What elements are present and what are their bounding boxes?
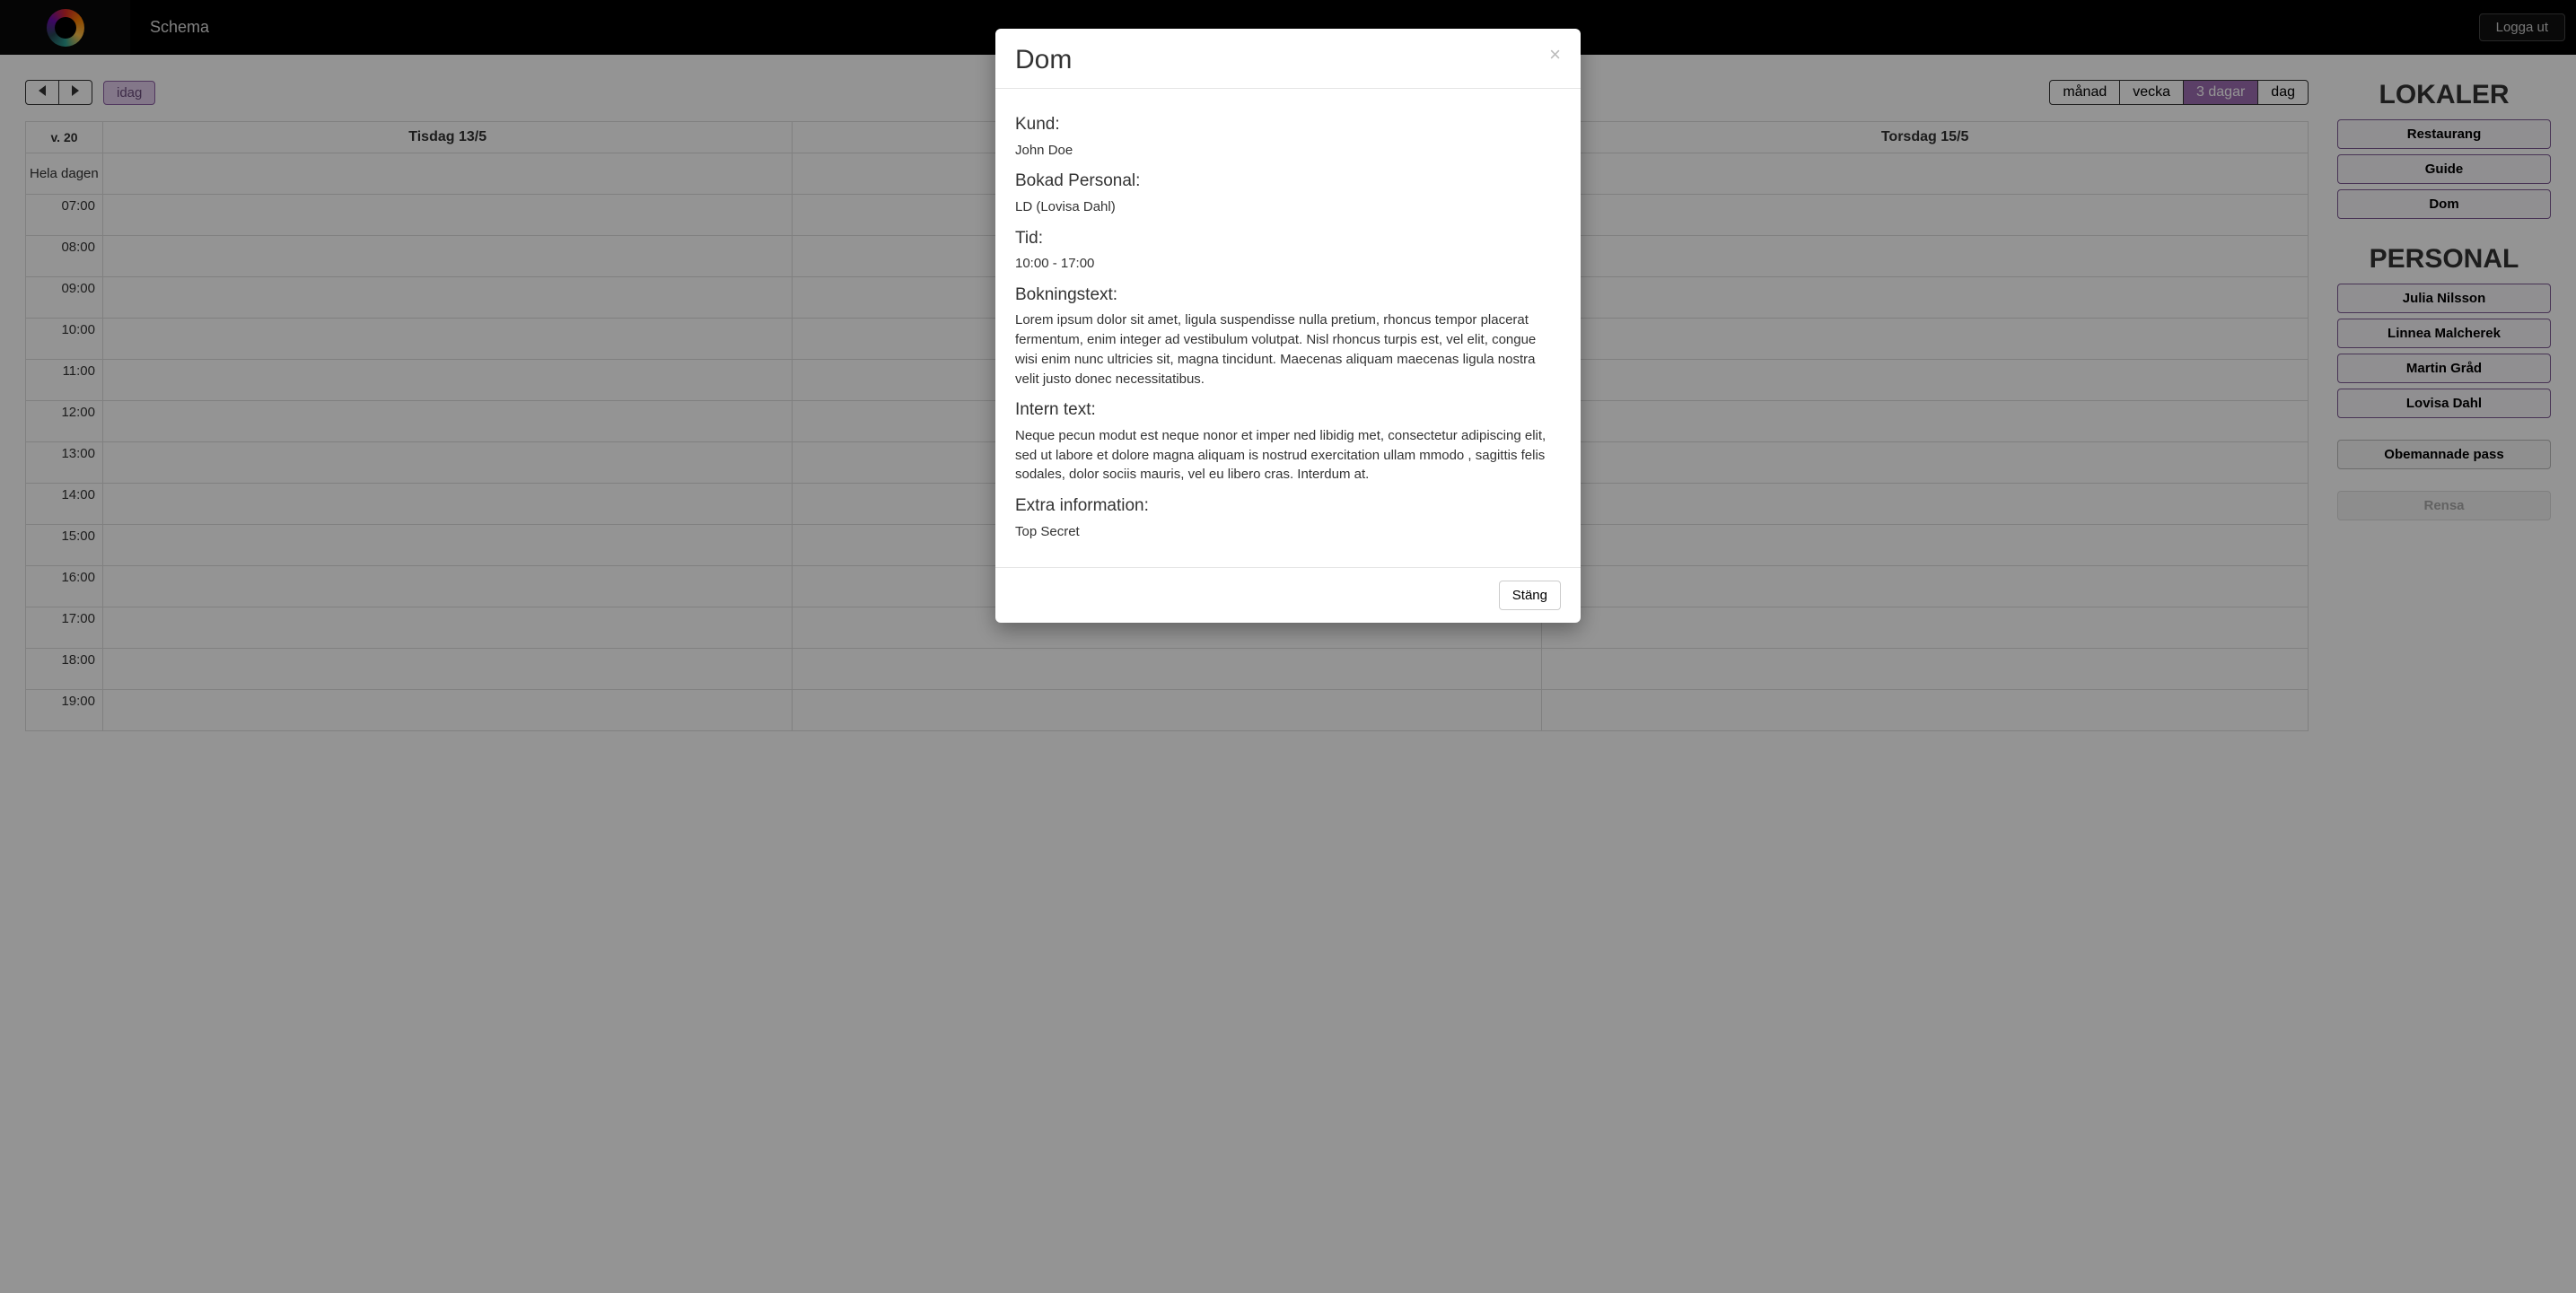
label-staff: Bokad Personal: <box>1015 169 1561 194</box>
close-button[interactable]: Stäng <box>1499 581 1561 610</box>
value-internal-text: Neque pecun modut est neque nonor et imp… <box>1015 426 1561 485</box>
label-internal-text: Intern text: <box>1015 398 1561 423</box>
modal-body: Kund: John Doe Bokad Personal: LD (Lovis… <box>995 89 1581 567</box>
booking-modal: Dom × Kund: John Doe Bokad Personal: LD … <box>995 29 1581 623</box>
label-customer: Kund: <box>1015 112 1561 137</box>
modal-title: Dom <box>1015 45 1549 75</box>
label-time: Tid: <box>1015 226 1561 251</box>
value-time: 10:00 - 17:00 <box>1015 254 1561 274</box>
modal-header: Dom × <box>995 29 1581 89</box>
label-booking-text: Bokningstext: <box>1015 283 1561 308</box>
value-booking-text: Lorem ipsum dolor sit amet, ligula suspe… <box>1015 310 1561 389</box>
value-customer: John Doe <box>1015 141 1561 161</box>
close-icon[interactable]: × <box>1549 45 1561 65</box>
value-staff: LD (Lovisa Dahl) <box>1015 197 1561 217</box>
label-extra: Extra information: <box>1015 494 1561 519</box>
modal-footer: Stäng <box>995 567 1581 623</box>
value-extra: Top Secret <box>1015 522 1561 542</box>
